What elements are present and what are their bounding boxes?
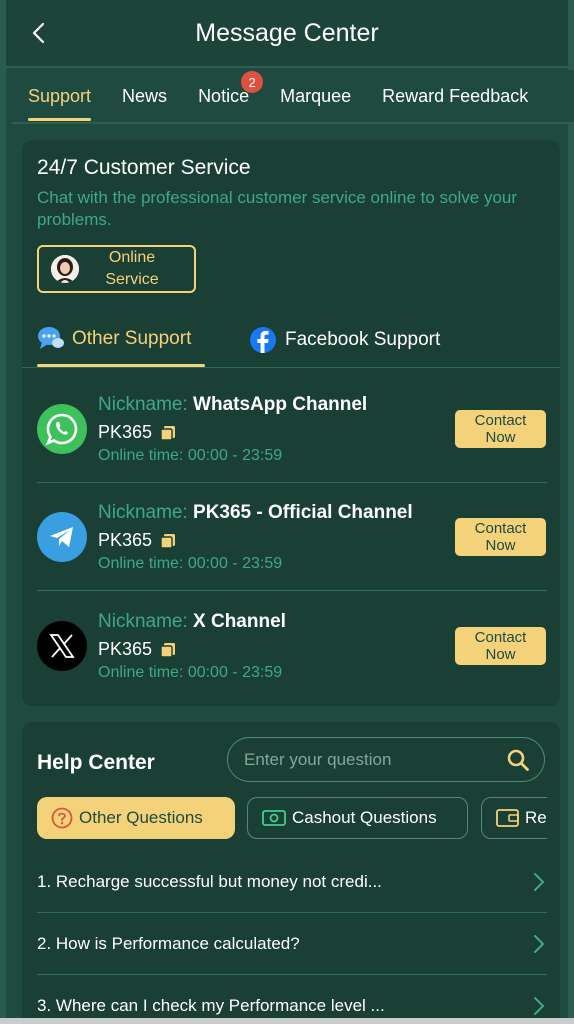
telegram-icon: [37, 512, 87, 562]
back-button[interactable]: [24, 18, 54, 48]
cash-icon: [262, 810, 286, 826]
tab-label: Other Support: [72, 328, 192, 349]
online-label-line1: Online: [108, 249, 156, 266]
button-line1: Contact: [474, 520, 527, 537]
customer-service-title: 24/7 Customer Service: [37, 156, 251, 179]
faq-question: 1. Recharge successful but money not cre…: [37, 872, 382, 891]
tab-news[interactable]: News: [122, 69, 167, 123]
whatsapp-icon: [37, 404, 87, 454]
support-tabs: Other Support Facebook Support: [37, 326, 557, 367]
chevron-left-icon: [32, 22, 45, 44]
facebook-icon: [250, 327, 276, 353]
tab-other-support[interactable]: Other Support: [37, 326, 191, 352]
tab-label: Notice: [198, 85, 250, 106]
button-line2: Now: [485, 429, 516, 446]
nickname-label: Nickname:: [98, 611, 194, 632]
channel-id: PK365: [98, 530, 153, 550]
tab-label: Cashout Questions: [292, 808, 437, 827]
divider: [37, 590, 547, 591]
customer-service-card: 24/7 Customer Service Chat with the prof…: [22, 140, 560, 706]
channel-nickname: Nickname: WhatsApp Channel: [98, 394, 367, 416]
button-line1: Contact: [474, 412, 527, 429]
channel-nickname: Nickname: X Channel: [98, 611, 286, 633]
customer-service-description: Chat with the professional customer serv…: [37, 188, 518, 229]
online-label-line2: Service: [105, 271, 159, 288]
copy-icon[interactable]: [160, 533, 176, 549]
copy-icon[interactable]: [160, 425, 176, 441]
tab-label: Other Questions: [79, 808, 203, 827]
help-center-card: Help Center Other Questions Cashout Ques…: [22, 722, 560, 1024]
contact-now-button[interactable]: Contact Now: [455, 410, 546, 448]
unread-badge: 2: [241, 71, 264, 93]
channel-online-time: Online time: 00:00 - 23:59: [98, 664, 283, 681]
contact-now-button[interactable]: Contact Now: [455, 518, 546, 556]
contact-now-button[interactable]: Contact Now: [455, 627, 546, 665]
channel-id: PK365: [98, 639, 153, 659]
tab-label: Reward Feedback: [382, 85, 529, 106]
tab-recharge-questions[interactable]: Re: [481, 797, 547, 839]
tab-label: Facebook Support: [285, 329, 441, 350]
faq-item[interactable]: 1. Recharge successful but money not cre…: [37, 851, 547, 913]
channel-nickname: Nickname: PK365 - Official Channel: [98, 502, 413, 524]
channel-id-row: PK365: [98, 639, 176, 660]
faq-item[interactable]: 3. Where can I check my Performance leve…: [37, 975, 547, 1024]
tab-label: News: [122, 85, 168, 106]
tab-reward-feedback[interactable]: Reward Feedback: [382, 69, 528, 123]
chevron-right-icon: [534, 873, 544, 891]
tab-other-questions[interactable]: Other Questions: [37, 797, 235, 839]
button-line1: Contact: [474, 629, 527, 646]
nickname-value: PK365 - Official Channel: [193, 502, 413, 523]
nickname-label: Nickname:: [98, 502, 194, 523]
channel-online-time: Online time: 00:00 - 23:59: [98, 555, 283, 572]
tab-support[interactable]: Support: [28, 69, 92, 123]
channel-id: PK365: [98, 422, 153, 442]
page-title: Message Center: [195, 18, 379, 47]
faq-question: 3. Where can I check my Performance leve…: [37, 996, 385, 1015]
chevron-right-icon: [534, 935, 544, 953]
channel-item: Nickname: X Channel PK365 Online time: 0…: [37, 605, 547, 701]
divider: [22, 367, 560, 368]
channel-item: Nickname: WhatsApp Channel PK365 Online …: [37, 388, 547, 484]
channel-id-row: PK365: [98, 530, 176, 551]
online-service-label: Online Service: [87, 247, 177, 291]
chevron-right-icon: [534, 997, 544, 1015]
faq-item[interactable]: 2. How is Performance calculated?: [37, 913, 547, 975]
channel-online-time: Online time: 00:00 - 23:59: [98, 447, 283, 464]
tab-cashout-questions[interactable]: Cashout Questions: [247, 797, 468, 839]
button-line2: Now: [485, 646, 516, 663]
tab-label: Support: [28, 85, 92, 106]
channel-item: Nickname: PK365 - Official Channel PK365…: [37, 496, 547, 592]
divider: [37, 482, 547, 483]
search-icon[interactable]: [506, 748, 530, 772]
channel-id-row: PK365: [98, 422, 176, 443]
chat-bubbles-icon: [38, 327, 64, 349]
help-center-title: Help Center: [37, 751, 155, 774]
tab-marquee[interactable]: Marquee: [280, 69, 351, 123]
message-tabs: Support News Notice 2 Marquee Reward Fee…: [12, 70, 574, 124]
nickname-value: WhatsApp Channel: [193, 394, 368, 415]
online-service-button[interactable]: Online Service: [37, 245, 196, 293]
top-bar: Message Center: [6, 0, 568, 68]
nickname-label: Nickname:: [98, 394, 194, 415]
copy-icon[interactable]: [160, 642, 176, 658]
button-line2: Now: [485, 537, 516, 554]
x-icon: [37, 621, 87, 671]
tab-facebook-support[interactable]: Facebook Support: [249, 326, 440, 354]
nickname-value: X Channel: [193, 611, 286, 632]
tab-notice[interactable]: Notice 2: [198, 69, 264, 123]
agent-avatar: [51, 255, 79, 283]
bottom-edge: [0, 1018, 574, 1024]
tab-label: Re: [525, 808, 547, 827]
question-search: [227, 737, 545, 782]
faq-question: 2. How is Performance calculated?: [37, 934, 300, 953]
question-circle-icon: [51, 807, 73, 829]
wallet-icon: [496, 809, 519, 827]
tab-label: Marquee: [280, 85, 352, 106]
question-search-input[interactable]: [244, 749, 494, 770]
question-category-tabs: Other Questions Cashout Questions Re: [37, 797, 547, 841]
